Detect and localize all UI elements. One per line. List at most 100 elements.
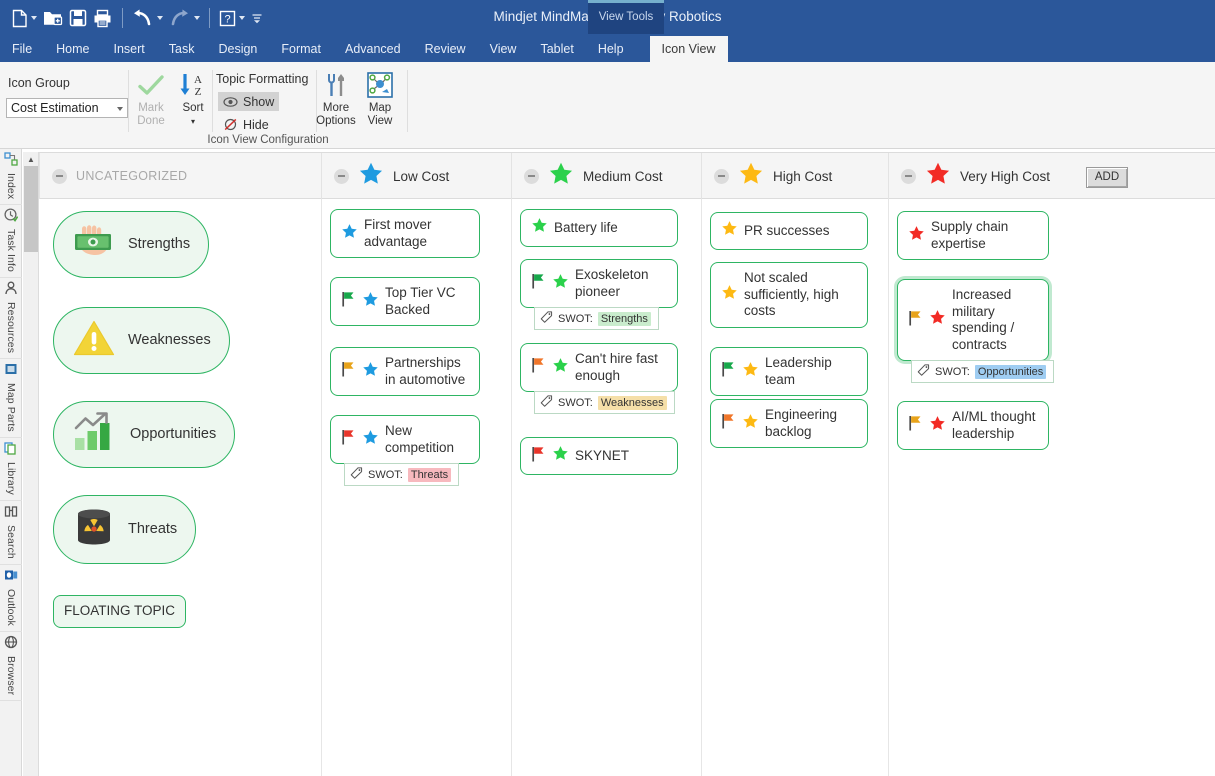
- rail-tab-search[interactable]: Search: [0, 501, 22, 565]
- rail-tab-resources[interactable]: Resources: [0, 278, 22, 359]
- topic-card[interactable]: SKYNET: [520, 437, 678, 475]
- swot-tag[interactable]: SWOT:Opportunities: [911, 360, 1054, 383]
- undo-button[interactable]: [129, 3, 166, 33]
- star-icon[interactable]: [908, 225, 925, 247]
- star-icon[interactable]: [341, 223, 358, 245]
- show-toggle[interactable]: Show: [218, 92, 279, 111]
- topic-card[interactable]: Can't hire fast enough: [520, 343, 678, 392]
- flag-icon[interactable]: [531, 273, 546, 294]
- topic-card[interactable]: Supply chain expertise: [897, 211, 1049, 260]
- chevron-down-icon[interactable]: [31, 16, 37, 20]
- menu-item-help[interactable]: Help: [586, 36, 636, 62]
- swot-tag[interactable]: SWOT:Weaknesses: [534, 391, 675, 414]
- menu-item-design[interactable]: Design: [206, 36, 269, 62]
- chevron-down-icon[interactable]: [117, 107, 123, 111]
- show-label: Show: [243, 95, 274, 109]
- star-icon[interactable]: [742, 413, 759, 435]
- tag-icon: [350, 467, 363, 482]
- topic-card[interactable]: Exoskeleton pioneer: [520, 259, 678, 308]
- binoculars-icon: [4, 504, 18, 523]
- menu-item-home[interactable]: Home: [44, 36, 101, 62]
- icon-group-label: Icon Group: [8, 76, 70, 90]
- collapse-column-button[interactable]: [714, 169, 729, 184]
- rail-tab-outlook[interactable]: Outlook: [0, 565, 22, 632]
- scrollbar-thumb[interactable]: [24, 166, 38, 252]
- redo-button[interactable]: [166, 3, 203, 33]
- topic-card[interactable]: Opportunities: [53, 401, 235, 468]
- rail-tab-task-info[interactable]: Task Info: [0, 205, 22, 278]
- customize-toolbar-button[interactable]: [248, 3, 266, 33]
- vertical-scrollbar[interactable]: ▲: [23, 152, 39, 776]
- flag-icon[interactable]: [341, 291, 356, 312]
- flag-icon[interactable]: [721, 361, 736, 382]
- scroll-up-button[interactable]: ▲: [23, 152, 39, 166]
- flag-icon[interactable]: [908, 415, 923, 436]
- flag-icon[interactable]: [531, 446, 546, 467]
- menu-item-advanced[interactable]: Advanced: [333, 36, 413, 62]
- star-icon[interactable]: [929, 415, 946, 437]
- rail-tab-index[interactable]: Index: [0, 149, 22, 205]
- menu-item-review[interactable]: Review: [413, 36, 478, 62]
- flag-icon[interactable]: [531, 357, 546, 378]
- rail-tab-library[interactable]: Library: [0, 438, 22, 501]
- collapse-column-button[interactable]: [901, 169, 916, 184]
- topic-card[interactable]: New competition: [330, 415, 480, 464]
- flag-icon[interactable]: [341, 429, 356, 450]
- star-icon[interactable]: [742, 361, 759, 383]
- star-icon[interactable]: [362, 429, 379, 451]
- chevron-down-icon[interactable]: [239, 16, 245, 20]
- topic-card[interactable]: Weaknesses: [53, 307, 230, 374]
- help-button[interactable]: ?: [216, 3, 248, 33]
- save-button[interactable]: [66, 3, 90, 33]
- star-icon[interactable]: [552, 357, 569, 379]
- add-column-button[interactable]: ADD: [1086, 167, 1128, 188]
- icon-group-select[interactable]: Cost Estimation: [6, 98, 128, 118]
- collapse-column-button[interactable]: [52, 169, 67, 184]
- menu-item-icon-view[interactable]: Icon View: [650, 36, 728, 62]
- star-icon[interactable]: [362, 361, 379, 383]
- topic-card[interactable]: Threats: [53, 495, 196, 564]
- topic-card[interactable]: Battery life: [520, 209, 678, 247]
- rail-tab-browser[interactable]: Browser: [0, 632, 22, 701]
- topic-card[interactable]: PR successes: [710, 212, 868, 250]
- star-icon[interactable]: [552, 273, 569, 295]
- topic-card[interactable]: Increased military spending / contracts: [897, 279, 1049, 361]
- star-icon[interactable]: [362, 291, 379, 313]
- menu-item-view[interactable]: View: [478, 36, 529, 62]
- menu-item-insert[interactable]: Insert: [102, 36, 157, 62]
- new-document-button[interactable]: [8, 3, 40, 33]
- star-icon[interactable]: [552, 445, 569, 467]
- topic-card[interactable]: Top Tier VC Backed: [330, 277, 480, 326]
- hide-toggle[interactable]: Hide: [218, 115, 274, 134]
- star-icon[interactable]: [929, 309, 946, 331]
- topic-card[interactable]: Partnerships in automotive: [330, 347, 480, 396]
- swot-tag[interactable]: SWOT:Strengths: [534, 307, 659, 330]
- topic-card[interactable]: Leadership team: [710, 347, 868, 396]
- star-icon[interactable]: [531, 217, 548, 239]
- star-icon[interactable]: [721, 220, 738, 242]
- topic-card[interactable]: FLOATING TOPIC: [53, 595, 186, 628]
- collapse-column-button[interactable]: [334, 169, 349, 184]
- topic-card[interactable]: AI/ML thought leadership: [897, 401, 1049, 450]
- menu-item-tablet[interactable]: Tablet: [528, 36, 585, 62]
- topic-card[interactable]: Strengths: [53, 211, 209, 278]
- menu-item-file[interactable]: File: [0, 36, 44, 62]
- clock-check-icon: [4, 208, 18, 227]
- chevron-down-icon[interactable]: [194, 16, 200, 20]
- topic-card[interactable]: Engineering backlog: [710, 399, 868, 448]
- chevron-down-icon[interactable]: [157, 16, 163, 20]
- topic-card[interactable]: Not scaled sufficiently, high costs: [710, 262, 868, 328]
- flag-icon[interactable]: [908, 310, 923, 331]
- topic-card[interactable]: First mover advantage: [330, 209, 480, 258]
- menu-item-task[interactable]: Task: [157, 36, 207, 62]
- open-button[interactable]: [40, 3, 66, 33]
- menu-item-format[interactable]: Format: [269, 36, 333, 62]
- map-view-button[interactable]: Map View: [353, 68, 407, 128]
- swot-tag[interactable]: SWOT:Threats: [344, 463, 459, 486]
- flag-icon[interactable]: [341, 361, 356, 382]
- star-icon[interactable]: [721, 284, 738, 306]
- flag-icon[interactable]: [721, 413, 736, 434]
- collapse-column-button[interactable]: [524, 169, 539, 184]
- rail-tab-map-parts[interactable]: Map Parts: [0, 359, 22, 438]
- print-button[interactable]: [90, 3, 116, 33]
